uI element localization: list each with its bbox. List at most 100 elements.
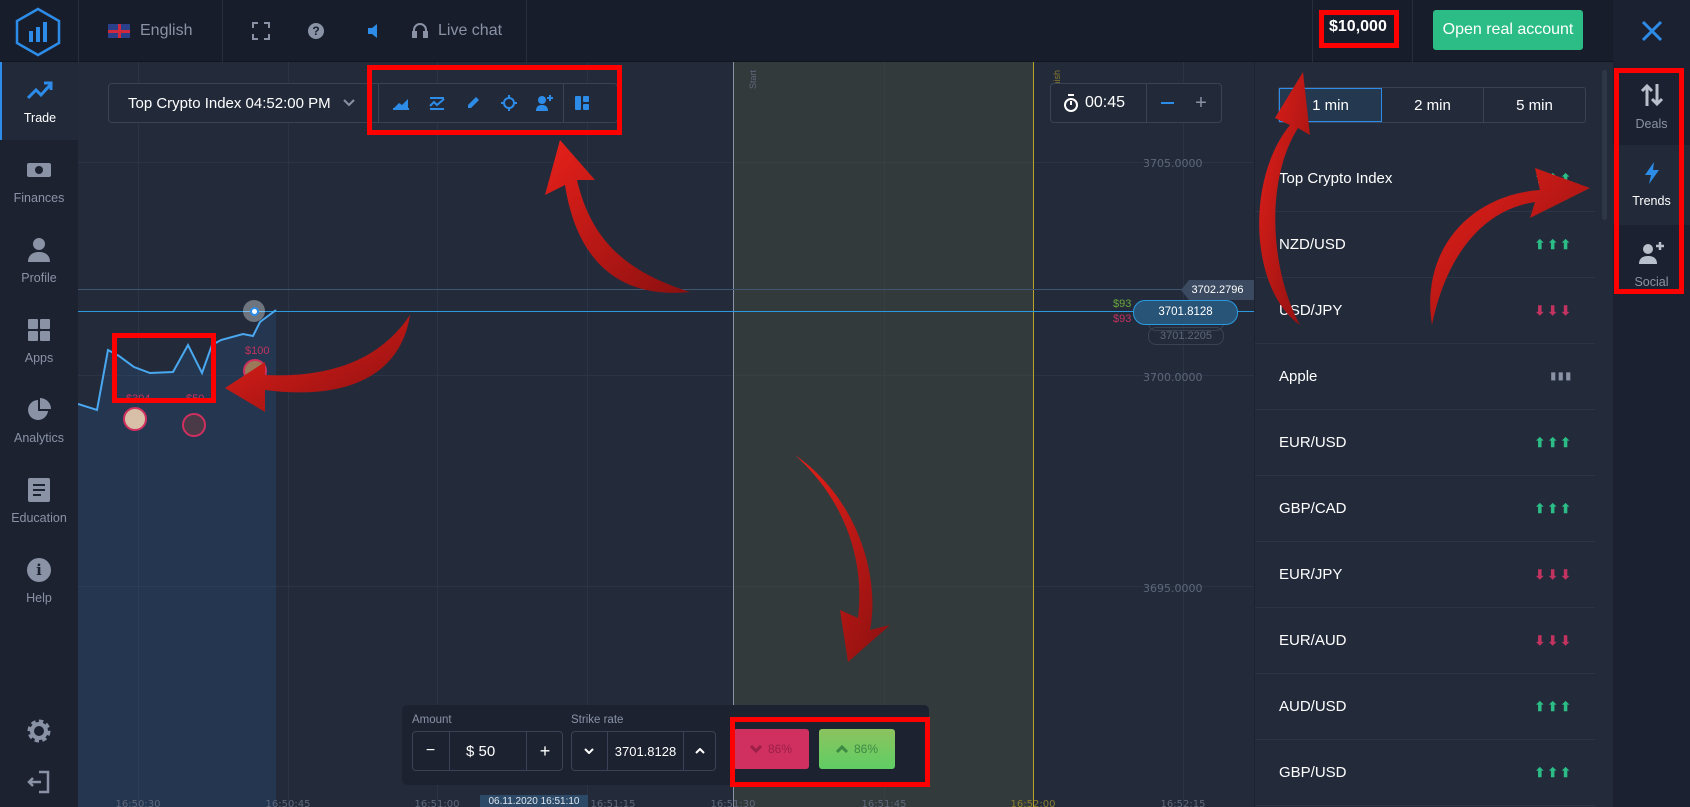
grid-icon	[26, 317, 52, 343]
open-real-account-button[interactable]: Open real account	[1433, 10, 1583, 50]
strike-rate-input[interactable]: 3701.8128	[608, 731, 683, 771]
settings-icon[interactable]	[26, 718, 52, 749]
trend-down-icon: ⬇⬇⬇	[1534, 302, 1573, 318]
hover-price-badge: 3702.2796	[1181, 280, 1254, 300]
timer-display[interactable]: 00:45	[1063, 83, 1125, 123]
stopwatch-icon	[1064, 94, 1078, 112]
tab-1-min[interactable]: 1 min	[1279, 88, 1382, 122]
current-price-badge: 3701.8128	[1133, 300, 1238, 325]
tab-2-min[interactable]: 2 min	[1382, 88, 1484, 122]
cursor-time-badge: 06.11.2020 16:51:10	[480, 795, 588, 807]
nav-finances[interactable]: Finances	[0, 142, 78, 220]
strike-rate-label: Strike rate	[571, 714, 624, 726]
trends-panel: 1 min 2 min 5 min Top Crypto Index ⬆⬆⬆ NZD…	[1254, 62, 1613, 807]
book-icon	[26, 477, 52, 503]
amount-decrease-button[interactable]: −	[412, 731, 450, 771]
help-icon[interactable]: ?	[308, 0, 324, 62]
crosshair-icon[interactable]	[491, 84, 527, 122]
layout-icon[interactable]	[564, 84, 600, 122]
timer-increase-button[interactable]: +	[1184, 83, 1218, 123]
balance[interactable]: $10,000	[1329, 18, 1387, 36]
price-series	[78, 309, 277, 807]
trend-item[interactable]: GBP/CAD ⬆⬆⬆	[1255, 476, 1595, 542]
nav-analytics[interactable]: Analytics	[0, 382, 78, 460]
trend-item[interactable]: NZD/USD ⬆⬆⬆	[1255, 212, 1595, 278]
indicators-icon[interactable]	[419, 84, 455, 122]
asset-selector[interactable]: Top Crypto Index 04:52:00 PM	[108, 83, 378, 123]
trend-up-icon: ⬆⬆⬆	[1534, 236, 1573, 252]
fullscreen-icon[interactable]	[252, 0, 270, 62]
marker-amount: $100	[245, 345, 270, 357]
payout-down: $93	[1113, 313, 1132, 325]
time-tick: 16:52:15	[1160, 799, 1206, 807]
social-tab[interactable]: Social	[1613, 225, 1690, 305]
nav-profile[interactable]: Profile	[0, 222, 78, 300]
trader-avatar-marker[interactable]	[243, 359, 267, 383]
time-tick: 16:51:30	[710, 799, 756, 807]
scrollbar[interactable]	[1602, 70, 1607, 220]
info-icon: i	[26, 557, 52, 583]
language-label: English	[140, 22, 193, 39]
put-down-button[interactable]: 86%	[733, 729, 809, 769]
close-icon[interactable]	[1613, 0, 1690, 62]
trend-up-icon: ⬆⬆⬆	[1534, 170, 1573, 186]
trend-item[interactable]: EUR/JPY ⬇⬇⬇	[1255, 542, 1595, 608]
trend-down-icon: ⬇⬇⬇	[1534, 632, 1573, 648]
strike-increase-button[interactable]	[683, 731, 716, 771]
drawing-pencil-icon[interactable]	[455, 84, 491, 122]
trend-up-icon: ⬆⬆⬆	[1534, 698, 1573, 714]
asset-name: EUR/JPY	[1279, 566, 1343, 583]
lightning-icon	[1644, 162, 1659, 184]
trend-item[interactable]: AUD/USD ⬆⬆⬆	[1255, 674, 1595, 740]
price-tick: 3705.0000	[1143, 157, 1203, 170]
trend-up-icon: ⬆⬆⬆	[1534, 764, 1573, 780]
trend-down-icon: ⬇⬇⬇	[1534, 566, 1573, 582]
left-sidebar: Trade Finances Profile Apps Analytics Ed…	[0, 62, 78, 807]
right-sidebar: Deals Trends Social	[1613, 62, 1690, 807]
trader-avatar-marker[interactable]	[182, 413, 206, 437]
trend-item[interactable]: Apple ▮▮▮	[1255, 344, 1595, 410]
language-selector[interactable]: English	[108, 0, 192, 62]
amount-input[interactable]: $ 50	[450, 731, 526, 771]
nav-education[interactable]: Education	[0, 462, 78, 540]
time-tick: 16:50:30	[115, 799, 161, 807]
sound-icon[interactable]	[366, 0, 382, 62]
deals-tab[interactable]: Deals	[1613, 67, 1690, 147]
uk-flag-icon	[108, 24, 130, 38]
trend-item[interactable]: EUR/AUD ⬇⬇⬇	[1255, 608, 1595, 674]
timeframe-tabs: 1 min 2 min 5 min	[1278, 87, 1586, 123]
nav-apps[interactable]: Apps	[0, 302, 78, 380]
trends-tab[interactable]: Trends	[1613, 145, 1690, 225]
asset-name: Apple	[1279, 368, 1318, 385]
amount-increase-button[interactable]: +	[526, 731, 563, 771]
trend-item[interactable]: EUR/USD ⬆⬆⬆	[1255, 410, 1595, 476]
time-tick: 16:51:15	[590, 799, 636, 807]
top-bar: English ? Live chat $10,000 Open real ac…	[0, 0, 1690, 62]
live-chat-button[interactable]: Live chat	[412, 0, 502, 62]
trend-up-icon	[27, 77, 53, 103]
user-icon	[26, 237, 52, 263]
trend-item[interactable]: GBP/USD ⬆⬆⬆	[1255, 740, 1595, 806]
social-traders-icon[interactable]	[527, 84, 563, 122]
price-chart[interactable]: Start Finish $394 $50 $100 3705.0000 370…	[78, 62, 1254, 807]
trader-avatar-marker[interactable]	[123, 407, 147, 431]
trend-item[interactable]: Top Crypto Index ⬆⬆⬆	[1255, 146, 1595, 212]
timer-decrease-button[interactable]	[1150, 83, 1184, 123]
chart-toolbar	[383, 84, 600, 122]
asset-name: EUR/USD	[1279, 434, 1347, 451]
price-tick: 3700.0000	[1143, 371, 1203, 384]
chart-type-icon[interactable]	[383, 84, 419, 122]
strike-decrease-button[interactable]	[571, 731, 608, 771]
call-up-button[interactable]: 86%	[819, 729, 895, 769]
chevron-down-icon	[342, 99, 355, 107]
nav-trade[interactable]: Trade	[0, 62, 78, 140]
logo[interactable]	[14, 7, 62, 62]
asset-name: GBP/USD	[1279, 764, 1347, 781]
time-tick: 16:50:45	[265, 799, 311, 807]
asset-name: NZD/USD	[1279, 236, 1346, 253]
arrows-up-down-icon	[1640, 83, 1663, 107]
tab-5-min[interactable]: 5 min	[1484, 88, 1585, 122]
nav-help[interactable]: i Help	[0, 542, 78, 620]
trend-item[interactable]: USD/JPY ⬇⬇⬇	[1255, 278, 1595, 344]
logout-icon[interactable]	[27, 770, 51, 799]
